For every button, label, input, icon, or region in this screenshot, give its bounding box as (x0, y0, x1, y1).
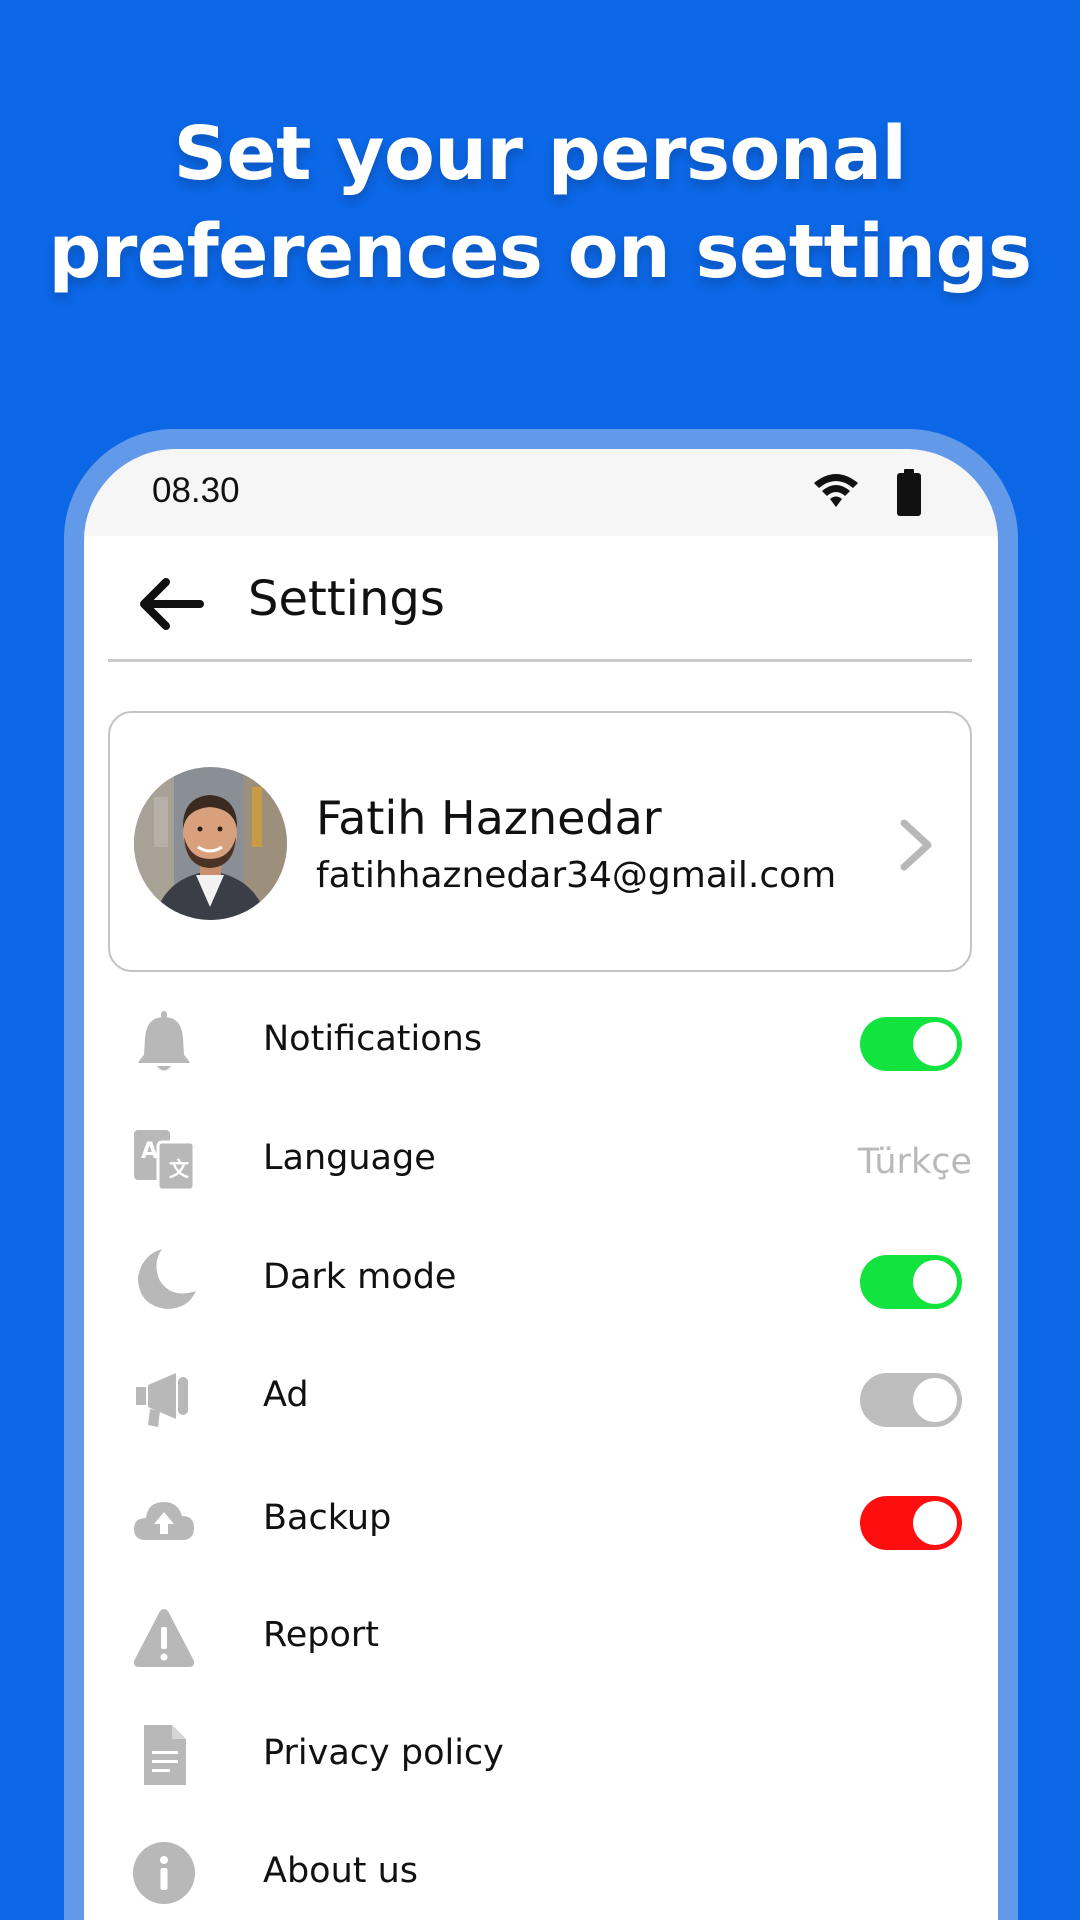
translate-icon: A 文 (134, 1130, 196, 1192)
setting-about-us[interactable]: About us (108, 1823, 972, 1920)
profile-name: Fatih Haznedar (316, 791, 662, 845)
setting-ad[interactable]: Ad (108, 1347, 972, 1447)
setting-label: Notifications (263, 1019, 483, 1059)
setting-label: Dark mode (263, 1257, 457, 1297)
app-bar: Settings (84, 536, 998, 659)
notifications-toggle[interactable] (860, 1017, 962, 1071)
bell-icon (138, 1011, 190, 1071)
setting-label: Report (263, 1615, 380, 1655)
headline-line-2: preferences on settings (48, 209, 1032, 295)
setting-label: Privacy policy (263, 1733, 504, 1773)
svg-text:文: 文 (169, 1157, 190, 1181)
status-time: 08.30 (152, 471, 240, 510)
warning-icon (133, 1609, 195, 1667)
setting-notifications[interactable]: Notifications (108, 991, 972, 1091)
backup-toggle[interactable] (860, 1496, 962, 1550)
document-icon (144, 1725, 186, 1785)
setting-label: Language (263, 1138, 436, 1178)
info-icon (133, 1842, 195, 1904)
setting-dark-mode[interactable]: Dark mode (108, 1229, 972, 1329)
app-bar-divider (108, 659, 972, 662)
cloud-upload-icon (134, 1502, 194, 1540)
arrow-left-icon[interactable] (136, 576, 204, 632)
setting-privacy-policy[interactable]: Privacy policy (108, 1705, 972, 1805)
phone-screen: 08.30 Settings Fatih Haznedar fatihhazne… (84, 449, 998, 1920)
profile-card[interactable]: Fatih Haznedar fatihhaznedar34@gmail.com (108, 711, 972, 972)
profile-email: fatihhaznedar34@gmail.com (316, 855, 837, 896)
dark-mode-toggle[interactable] (860, 1255, 962, 1309)
svg-text:A: A (141, 1139, 158, 1164)
chevron-right-icon (900, 819, 932, 871)
setting-language[interactable]: A 文 Language Türkçe (108, 1110, 972, 1210)
avatar (134, 767, 287, 920)
setting-label: Backup (263, 1498, 392, 1538)
moon-icon (138, 1249, 196, 1309)
language-value: Türkçe (857, 1142, 972, 1182)
setting-backup[interactable]: Backup (108, 1470, 972, 1570)
wifi-icon (814, 474, 858, 507)
status-bar: 08.30 (84, 449, 998, 536)
headline: Set your personal preferences on setting… (0, 105, 1080, 301)
setting-report[interactable]: Report (108, 1587, 972, 1687)
battery-icon (897, 469, 921, 516)
megaphone-icon (136, 1373, 188, 1427)
headline-line-1: Set your personal (173, 111, 907, 197)
setting-label: Ad (263, 1375, 309, 1415)
page-title: Settings (248, 571, 445, 627)
ad-toggle[interactable] (860, 1373, 962, 1427)
setting-label: About us (263, 1851, 419, 1891)
